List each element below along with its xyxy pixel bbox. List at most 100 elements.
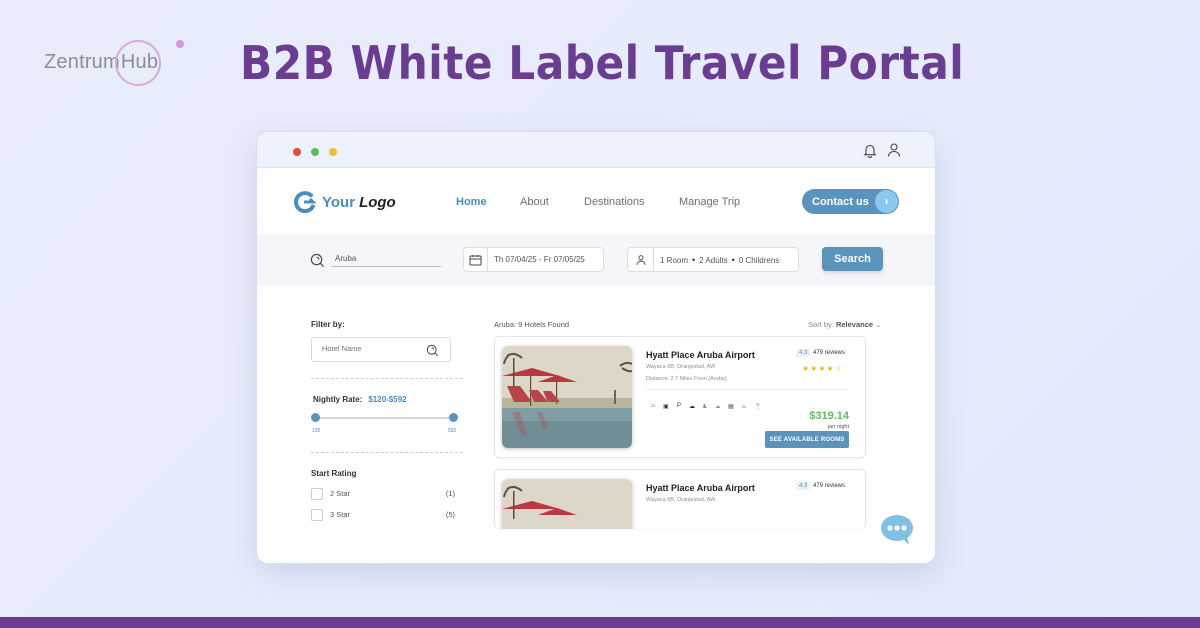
search-icon: [310, 253, 324, 267]
pool-image: [502, 346, 632, 448]
rating-count: (5): [445, 510, 455, 519]
rating-option[interactable]: 3 Star (5): [311, 508, 455, 521]
user-icon[interactable]: [886, 142, 902, 158]
maximize-window-dot[interactable]: [311, 148, 319, 156]
review-count[interactable]: 479 reviews: [813, 350, 845, 356]
price-slider-min-handle[interactable]: [311, 413, 320, 422]
hotel-photo[interactable]: [502, 346, 632, 448]
hotel-card[interactable]: Hyatt Place Aruba Airport Wayaca 6B, Ora…: [494, 469, 866, 529]
star-filled-icon: ★: [802, 364, 811, 373]
brand-dot-icon: [176, 40, 184, 48]
rating-label: 3 Star: [330, 510, 351, 519]
calendar-icon-wrap: [464, 248, 488, 271]
brand-name-left: Zentrum: [44, 50, 120, 73]
review-count[interactable]: 479 reviews: [813, 483, 845, 489]
hotel-address: Wayaca 6B, Oranjestad, AW: [646, 364, 716, 370]
zentrumhub-logo: Zentrum Hub: [44, 39, 161, 86]
divider: [311, 378, 463, 379]
hotel-address: Wayaca 6B, Oranjestad, AW: [646, 497, 716, 503]
contact-us-button[interactable]: Contact us ›: [802, 189, 899, 214]
date-range-text: Th 07/04/25 - Fr 07/05/25: [494, 255, 585, 264]
divider: [311, 452, 463, 453]
logo-your-text: Your: [322, 193, 356, 211]
person-icon: [635, 254, 646, 265]
rating-checkbox[interactable]: [311, 487, 323, 500]
rooms-count: 1 Room: [660, 255, 689, 265]
guests-summary: 1 Room • 2 Adults • 0 Childrens: [660, 255, 779, 265]
calendar-icon: [469, 254, 482, 265]
bottom-accent-bar: [0, 617, 1200, 628]
price-slider-max-handle[interactable]: [449, 413, 458, 422]
nav-link-about[interactable]: About: [520, 196, 549, 208]
bell-icon[interactable]: [862, 142, 878, 158]
rating-option[interactable]: 2 Star (1): [311, 487, 455, 500]
nav-link-home[interactable]: Home: [456, 196, 487, 208]
destination-input[interactable]: [331, 250, 441, 267]
children-count: 0 Childrens: [738, 255, 780, 265]
separator-dot: •: [731, 254, 735, 265]
slider-max-label: 592: [448, 428, 457, 434]
star-empty-icon: ★: [834, 364, 843, 373]
amenity-icon: ♿: [702, 404, 708, 410]
chevron-down-icon: ⌄: [875, 320, 882, 329]
rating-count: (1): [445, 489, 455, 498]
star-filled-icon: ★: [818, 364, 827, 373]
site-navbar: Your Logo Home About Destinations Manage…: [257, 168, 935, 234]
pool-image: [502, 479, 632, 529]
site-logo[interactable]: Your Logo: [293, 190, 396, 214]
divider: [646, 389, 848, 390]
review-score-badge: 4.3: [796, 349, 811, 357]
star-filled-icon: ★: [826, 364, 835, 373]
browser-window: Your Logo Home About Destinations Manage…: [256, 131, 936, 564]
hotel-photo[interactable]: [502, 479, 632, 529]
search-icon[interactable]: [426, 344, 439, 357]
search-button[interactable]: Search: [822, 247, 883, 271]
review-score-badge: 4.3: [796, 482, 811, 490]
contact-us-label: Contact us: [812, 195, 869, 208]
separator-dot: •: [692, 254, 696, 265]
logo-logo-text: Logo: [359, 193, 396, 211]
guests-selector[interactable]: 1 Room • 2 Adults • 0 Childrens: [627, 247, 799, 272]
amenity-icon: ▤: [728, 404, 734, 410]
chat-bubble-icon[interactable]: [880, 514, 914, 546]
guests-icon-wrap: [628, 248, 654, 271]
price-unit: per night: [827, 424, 849, 430]
amenity-icon: ☕: [715, 404, 721, 410]
see-available-rooms-button[interactable]: SEE AVAILABLE ROOMS: [765, 431, 849, 448]
nav-link-manage-trip[interactable]: Manage Trip: [679, 196, 740, 208]
sort-dropdown[interactable]: Sort by: Relevance ⌄: [808, 320, 881, 329]
page-headline: B2B White Label Travel Portal: [240, 36, 965, 90]
rating-checkbox[interactable]: [311, 508, 323, 521]
price-slider-track[interactable]: [315, 417, 453, 419]
hotel-name[interactable]: Hyatt Place Aruba Airport: [646, 483, 755, 493]
rating-label: 2 Star: [330, 489, 351, 498]
window-titlebar: [257, 132, 935, 168]
hotel-price: $319.14: [809, 410, 849, 422]
nightly-rate-title: Nightly Rate:: [313, 395, 363, 404]
sort-value: Relevance: [835, 320, 874, 329]
amenity-icon: ☁: [689, 404, 695, 410]
minimize-window-dot[interactable]: [329, 148, 337, 156]
results-content: Filter by: Nightly Rate: $120-$592 120 59…: [257, 286, 935, 563]
brand-name-right: Hub: [114, 39, 161, 86]
amenities-list: ⌂ ▣ P ☁ ♿ ☕ ▤ ♨ 🍸: [650, 403, 762, 410]
nightly-rate-value: $120-$592: [368, 395, 407, 404]
chevron-right-icon: ›: [875, 190, 898, 213]
amenity-icon: P: [676, 403, 681, 409]
hotel-card[interactable]: Hyatt Place Aruba Airport Wayaca 6B, Ora…: [494, 336, 866, 458]
slider-min-label: 120: [312, 428, 321, 434]
nav-link-destinations[interactable]: Destinations: [584, 196, 645, 208]
amenity-icon: ⌂: [651, 403, 655, 409]
amenity-icon: ♨: [741, 404, 747, 410]
hotel-name[interactable]: Hyatt Place Aruba Airport: [646, 350, 755, 360]
search-bar: Th 07/04/25 - Fr 07/05/25 1 Room•2 Adult…: [257, 234, 935, 286]
results-count: Aruba: 9 Hotels Found: [494, 320, 570, 329]
amenity-icon: 🍸: [754, 404, 762, 410]
amenity-icon: ▣: [663, 404, 669, 410]
hotel-name-input[interactable]: [322, 344, 422, 353]
date-range-picker[interactable]: Th 07/04/25 - Fr 07/05/25: [463, 247, 604, 272]
hotel-name-filter[interactable]: [311, 337, 451, 362]
close-window-dot[interactable]: [293, 148, 301, 156]
brand-ring-icon: [114, 39, 161, 86]
star-rating: ★★★★★: [802, 364, 843, 373]
